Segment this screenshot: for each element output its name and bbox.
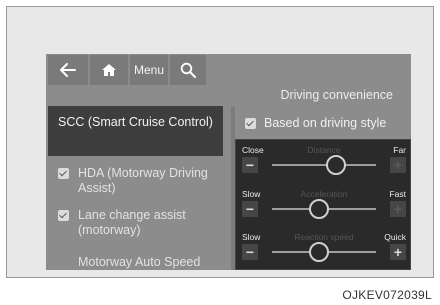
figure-code: OJKEV072039L xyxy=(342,288,432,302)
menu-item-scc[interactable]: SCC (Smart Cruise Control) xyxy=(48,106,223,156)
increase-button[interactable]: + xyxy=(390,157,406,173)
slider-title: Acceleration xyxy=(300,189,348,199)
home-icon xyxy=(102,64,116,76)
slider-popup: Close Distance Far − + Slow Acceleration… xyxy=(235,139,411,270)
slider-title: Distance xyxy=(307,145,341,155)
search-button[interactable] xyxy=(170,55,206,85)
arrow-left-icon xyxy=(60,63,76,77)
increase-button[interactable]: + xyxy=(390,244,406,260)
slider-max-label: Quick xyxy=(384,232,406,242)
menu-button-label: Menu xyxy=(133,63,165,77)
slider-reaction-speed: Slow Reaction speed Quick − + xyxy=(236,227,411,270)
increase-button[interactable]: + xyxy=(390,201,406,217)
decrease-button[interactable]: − xyxy=(242,244,258,260)
checkbox-checked-icon[interactable] xyxy=(58,168,69,179)
menu-item-label: Lane change assist (motorway) xyxy=(78,208,186,237)
slider-handle[interactable] xyxy=(326,155,347,175)
menu-item-label: HDA (Motorway Driving Assist) xyxy=(78,166,208,195)
top-toolbar: Menu xyxy=(46,54,411,86)
slider-distance: Close Distance Far − + xyxy=(236,140,411,184)
home-button[interactable] xyxy=(90,55,128,85)
slider-handle[interactable] xyxy=(308,242,329,262)
menu-item-label: Motorway Auto Speed xyxy=(78,255,201,269)
figure-frame: Menu Driving convenience SCC (Smart Crui… xyxy=(6,6,434,278)
slider-title: Reaction speed xyxy=(294,232,354,242)
slider-acceleration: Slow Acceleration Fast − + xyxy=(236,184,411,228)
slider-track[interactable] xyxy=(272,164,376,166)
slider-min-label: Close xyxy=(242,145,264,155)
slider-max-label: Fast xyxy=(389,189,406,199)
decrease-button[interactable]: − xyxy=(242,157,258,173)
slider-min-label: Slow xyxy=(242,189,261,199)
slider-max-label: Far xyxy=(393,145,406,155)
back-button[interactable] xyxy=(48,55,88,85)
section-title: Driving convenience xyxy=(280,88,393,102)
infotainment-screen: Menu Driving convenience SCC (Smart Crui… xyxy=(46,54,411,270)
decrease-button[interactable]: − xyxy=(242,201,258,217)
search-icon xyxy=(180,62,196,78)
menu-button[interactable]: Menu xyxy=(130,55,168,85)
slider-handle[interactable] xyxy=(308,199,329,219)
slider-min-label: Slow xyxy=(242,232,261,242)
checkbox-checked-icon[interactable] xyxy=(245,118,256,129)
checkbox-checked-icon[interactable] xyxy=(58,210,69,221)
option-label: Based on driving style xyxy=(264,116,387,130)
